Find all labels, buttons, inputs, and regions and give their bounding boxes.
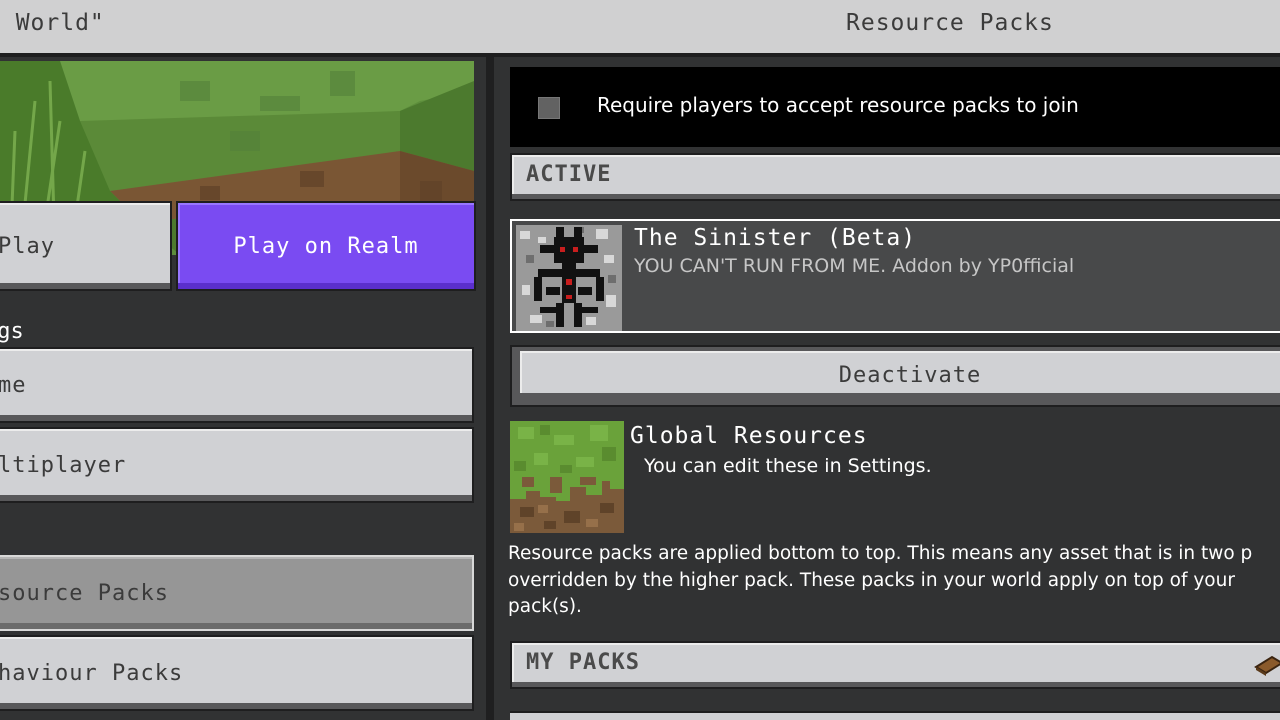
settings-heading: ngs	[0, 319, 24, 344]
deactivate-button[interactable]: Deactivate	[520, 351, 1280, 399]
active-pack-item[interactable]: The Sinister (Beta) YOU CAN'T RUN FROM M…	[510, 219, 1280, 333]
require-packs-row[interactable]: Require players to accept resource packs…	[510, 67, 1280, 147]
play-button[interactable]: Play	[0, 201, 172, 291]
sinister-pack-icon	[516, 225, 622, 331]
next-pack-item-edge	[510, 711, 1280, 720]
play-label: Play	[0, 233, 55, 259]
panel-divider	[486, 57, 494, 720]
behaviour-packs-settings-label: haviour Packs	[0, 660, 184, 686]
grass-block-icon	[510, 421, 624, 533]
right-panel: Require players to accept resource packs…	[494, 57, 1280, 720]
behaviour-packs-settings-button[interactable]: haviour Packs	[0, 635, 474, 711]
deactivate-container: Deactivate	[510, 345, 1280, 407]
title-bar: y World" Resource Packs	[0, 0, 1280, 57]
play-on-realm-label: Play on Realm	[233, 233, 419, 259]
game-settings-button[interactable]: me	[0, 347, 474, 423]
screen-title: Resource Packs	[846, 10, 1054, 36]
info-line-1: Resource packs are applied bottom to top…	[508, 543, 1253, 564]
play-on-realm-button[interactable]: Play on Realm	[176, 201, 476, 291]
deactivate-label: Deactivate	[838, 362, 982, 388]
resource-packs-settings-button[interactable]: source Packs	[0, 555, 474, 631]
active-pack-name: The Sinister (Beta)	[634, 225, 917, 251]
game-settings-label: me	[0, 372, 27, 398]
multiplayer-settings-button[interactable]: ltiplayer	[0, 427, 474, 503]
world-title: y World"	[0, 10, 105, 36]
book-icon	[1254, 655, 1280, 676]
info-line-2: overridden by the higher pack. These pac…	[508, 569, 1235, 591]
global-resources-description: You can edit these in Settings.	[644, 455, 932, 477]
resource-packs-settings-label: source Packs	[0, 580, 169, 606]
active-section-header[interactable]: ACTIVE	[510, 153, 1280, 201]
require-packs-label: Require players to accept resource packs…	[597, 93, 1079, 117]
resource-packs-info: Resource packs are applied bottom to top…	[508, 541, 1280, 621]
my-packs-label: MY PACKS	[526, 650, 640, 675]
left-panel: Play Play on Realm ngs me ltiplayer sour…	[0, 57, 486, 720]
active-section-label: ACTIVE	[526, 162, 612, 187]
active-pack-description: YOU CAN'T RUN FROM ME. Addon by YP0ffici…	[634, 255, 1075, 277]
my-packs-section-header[interactable]: MY PACKS	[510, 641, 1280, 689]
global-resources-name: Global Resources	[630, 423, 868, 449]
info-line-3: pack(s).	[508, 596, 582, 617]
require-packs-checkbox[interactable]	[538, 97, 560, 119]
multiplayer-settings-label: ltiplayer	[0, 452, 127, 478]
